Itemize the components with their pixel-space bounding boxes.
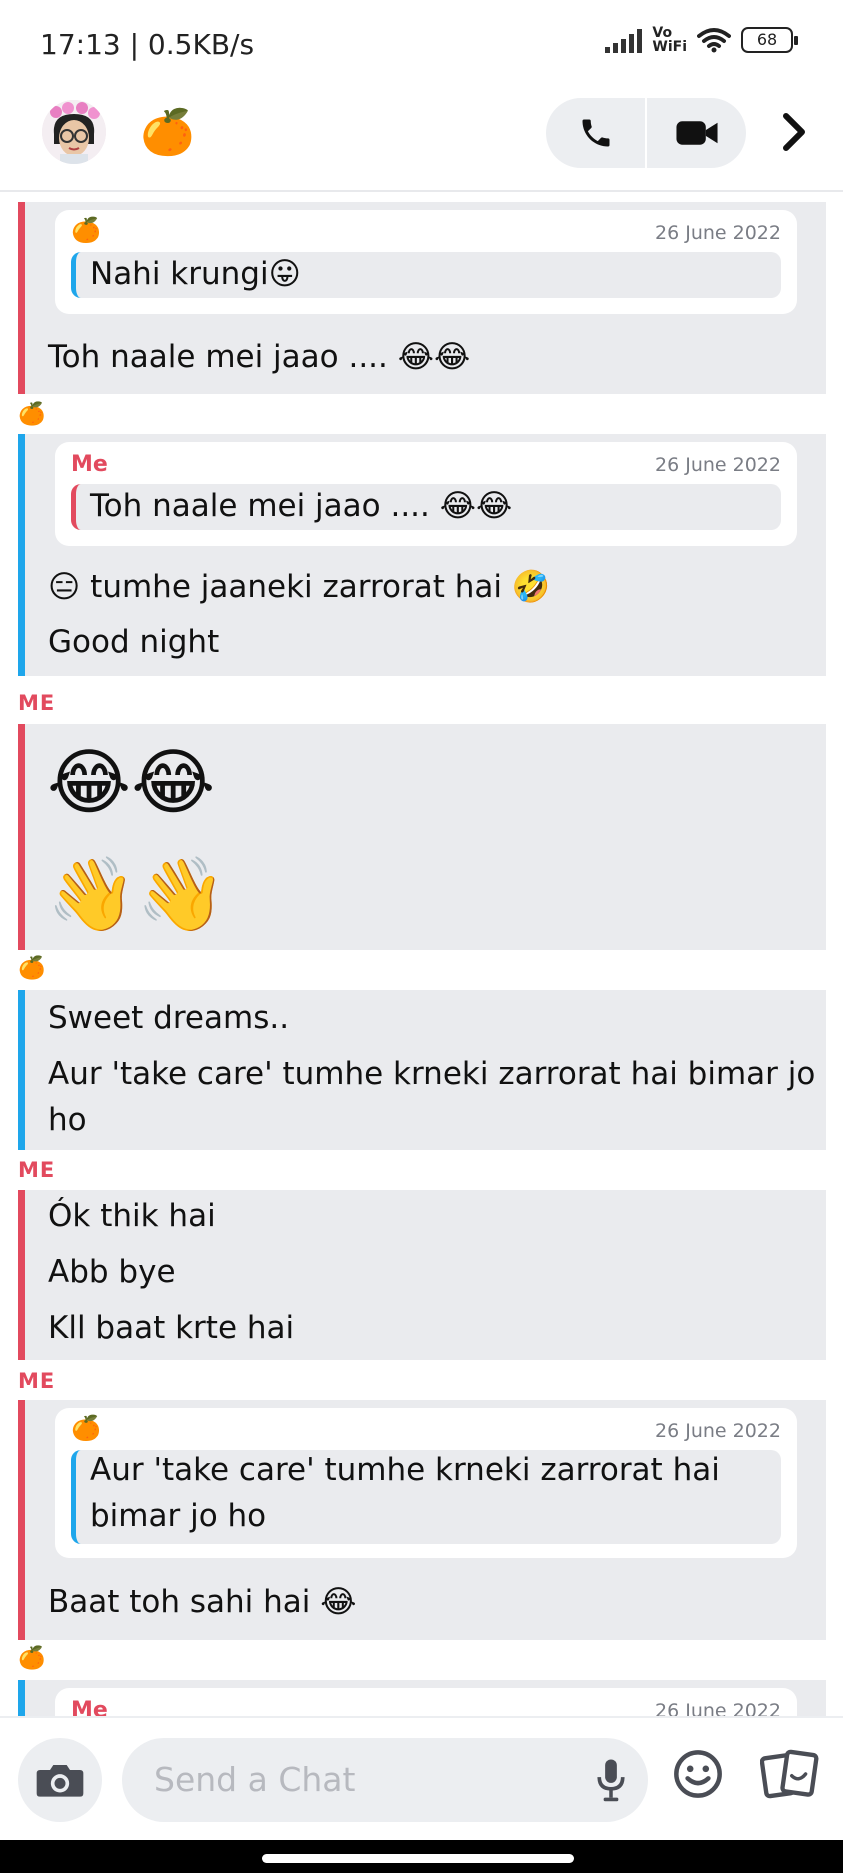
quote-sender: Me (71, 452, 108, 477)
vowifi-indicator: Vo WiFi (652, 26, 687, 54)
chevron-right-icon (783, 113, 805, 151)
sender-label-friend: 🍊 (18, 1646, 46, 1671)
smiley-icon (674, 1750, 722, 1798)
message-block-me[interactable]: 🍊 26 June 2022 Nahi krungi😛 Toh naale me… (18, 202, 826, 394)
chat-header: 🍊 (0, 92, 843, 192)
quote-text: bimar jo ho (90, 1498, 267, 1534)
quote-sender: 🍊 (71, 1414, 101, 1442)
forward-button[interactable] (772, 110, 816, 154)
quote-date: 26 June 2022 (655, 222, 781, 244)
contact-name-emoji[interactable]: 🍊 (140, 108, 195, 158)
microphone-button[interactable] (596, 1758, 626, 1806)
chat-input[interactable]: Send a Chat (122, 1738, 648, 1822)
emoji-message: 😂😂 (47, 740, 216, 824)
quoted-message[interactable]: 🍊 26 June 2022 Aur 'take care' tumhe krn… (55, 1408, 797, 1558)
microphone-icon (597, 1759, 625, 1802)
sender-label-me: ME (18, 1158, 56, 1182)
sender-label-me: ME (18, 1369, 56, 1393)
bitmoji-avatar-icon (42, 100, 106, 164)
quote-sender: 🍊 (71, 216, 101, 244)
quote-date: 26 June 2022 (655, 454, 781, 476)
avatar[interactable] (42, 100, 106, 164)
home-indicator[interactable] (262, 1854, 574, 1863)
message-text: Abb bye (48, 1254, 176, 1290)
message-text: 😑 tumhe jaaneki zarrorat hai 🤣 (48, 569, 551, 605)
call-button-group (546, 98, 746, 168)
message-text: Baat toh sahi hai 😂 (48, 1584, 357, 1620)
status-time: 17:13 | 0.5KB/s (40, 28, 255, 61)
message-block-me[interactable]: 😂😂 👋👋 (18, 724, 826, 950)
status-bar: 17:13 | 0.5KB/s Vo WiFi 68 (0, 0, 843, 90)
video-call-button[interactable] (647, 98, 746, 168)
message-text: Sweet dreams.. (48, 1000, 290, 1036)
message-block-friend[interactable]: Me 26 June 2022 Toh naale mei jaao .... … (18, 434, 826, 676)
emoji-message: 👋👋 (47, 852, 227, 936)
sender-label-friend: 🍊 (18, 402, 46, 427)
wifi-icon (697, 28, 731, 53)
sender-label-me: ME (18, 691, 56, 715)
quote-body: Aur 'take care' tumhe krneki zarrorat ha… (71, 1450, 781, 1544)
quoted-message[interactable]: Me 26 June 2022 Toh naale mei jaao .... … (55, 442, 797, 546)
vowifi-top: Vo (652, 25, 673, 41)
quoted-message[interactable]: 🍊 26 June 2022 Nahi krungi😛 (55, 210, 797, 314)
message-text: Good night (48, 624, 220, 660)
message-text: Aur 'take care' tumhe krneki zarrorat ha… (48, 1056, 816, 1092)
message-block-me[interactable]: 🍊 26 June 2022 Aur 'take care' tumhe krn… (18, 1400, 826, 1640)
signal-icon (605, 27, 643, 53)
message-text: Toh naale mei jaao .... 😂😂 (48, 339, 471, 375)
chat-thread[interactable]: 🍊 26 June 2022 Nahi krungi😛 Toh naale me… (0, 194, 843, 1716)
quote-text: Toh naale mei jaao .... 😂😂 (90, 488, 513, 524)
message-text: Kll baat krte hai (48, 1310, 295, 1346)
quote-date: 26 June 2022 (655, 1420, 781, 1442)
quoted-message[interactable]: Me 26 June 2022 (55, 1688, 797, 1716)
chat-composer: Send a Chat (0, 1716, 843, 1840)
quote-body: Nahi krungi😛 (71, 252, 781, 298)
quote-text: Aur 'take care' tumhe krneki zarrorat ha… (90, 1452, 720, 1488)
message-text: ho (48, 1102, 87, 1138)
quote-text: Nahi krungi😛 (90, 256, 301, 292)
sticker-button[interactable] (759, 1748, 820, 1804)
sender-label-friend: 🍊 (18, 956, 46, 981)
quote-body: Toh naale mei jaao .... 😂😂 (71, 484, 781, 530)
camera-icon (36, 1765, 84, 1797)
system-navigation-bar (0, 1840, 843, 1873)
message-text: Ók thik hai (48, 1198, 216, 1234)
quote-sender: Me (71, 1698, 108, 1716)
sticker-icon (759, 1749, 819, 1799)
battery-indicator: 68 (741, 27, 798, 53)
vowifi-bottom: WiFi (652, 39, 687, 55)
message-block-me[interactable]: Ók thik hai Abb bye Kll baat krte hai (18, 1190, 826, 1360)
message-block-friend[interactable]: Me 26 June 2022 (18, 1680, 826, 1716)
voice-call-button[interactable] (546, 98, 645, 168)
phone-icon (582, 119, 609, 147)
message-block-friend[interactable]: Sweet dreams.. Aur 'take care' tumhe krn… (18, 990, 826, 1150)
camera-button[interactable] (18, 1738, 102, 1822)
emoji-button[interactable] (672, 1748, 724, 1804)
status-icons: Vo WiFi 68 (605, 26, 798, 54)
quote-date: 26 June 2022 (655, 1700, 781, 1716)
chat-input-placeholder: Send a Chat (154, 1760, 356, 1799)
video-camera-icon (675, 121, 718, 145)
